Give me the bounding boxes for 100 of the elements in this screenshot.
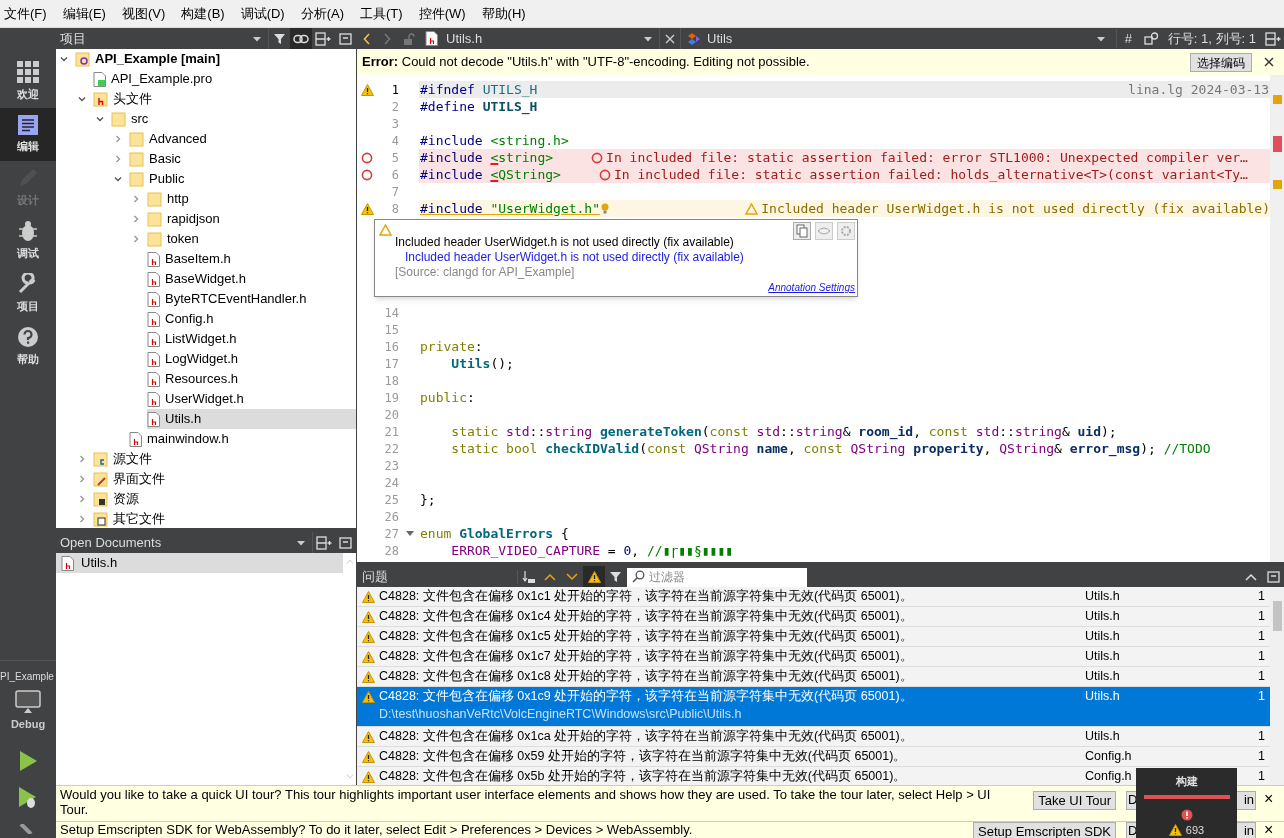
tree-item[interactable]: 源文件 bbox=[93, 449, 356, 469]
folder-icon bbox=[147, 191, 162, 207]
mode-button[interactable]: 调试 bbox=[0, 214, 56, 267]
file-name: Utils.h bbox=[1085, 688, 1121, 705]
tree-item[interactable]: mainwindow.h bbox=[129, 429, 356, 449]
menu-item[interactable]: 文件(F) bbox=[0, 3, 55, 24]
issue-row[interactable]: C4828: 文件包含在偏移 0x1c5 处开始的字符，该字符在当前源字符集中无效(代码页 65001)。 Utils.h 1 bbox=[357, 627, 1270, 647]
code-line: private: bbox=[420, 337, 483, 356]
issue-text: C4828: 文件包含在偏移 0x59 处开始的字符，该字符在当前源字符集中无效(代码页 65001)。 bbox=[379, 748, 908, 765]
scrollbar-thumb[interactable] bbox=[1272, 601, 1282, 631]
issue-row[interactable]: C4828: 文件包含在偏移 0x59 处开始的字符，该字符在当前源字符集中无效(代码页 65001)。 Config.h 1 bbox=[357, 747, 1270, 767]
issue-row[interactable]: C4828: 文件包含在偏移 0x1c1 处开始的字符，该字符在当前源字符集中无效(代码页 65001)。 Utils.h 1 bbox=[357, 587, 1270, 607]
tree-item[interactable]: http bbox=[147, 189, 356, 209]
mode-button[interactable]: 帮助 bbox=[0, 320, 56, 373]
issue-row[interactable]: C4828: 文件包含在偏移 0x1c4 处开始的字符，该字符在当前源字符集中无效(代码页 65001)。 Utils.h 1 bbox=[357, 607, 1270, 627]
tree-item[interactable]: 界面文件 bbox=[93, 469, 356, 489]
line-number: 17 bbox=[383, 355, 400, 373]
tree-item[interactable]: Advanced bbox=[129, 129, 356, 149]
folder-icon bbox=[129, 171, 144, 187]
file-name: Config.h bbox=[1085, 768, 1133, 785]
tree-item[interactable]: ListWidget.h bbox=[147, 329, 356, 349]
fold-arrow-icon[interactable] bbox=[406, 530, 414, 537]
line-number: 22 bbox=[383, 440, 400, 458]
document-icon bbox=[18, 114, 38, 135]
tree-item[interactable]: 头文件 bbox=[93, 89, 356, 109]
tree-item[interactable]: BaseWidget.h bbox=[147, 269, 356, 289]
tree-item[interactable]: ByteRTCEventHandler.h bbox=[147, 289, 356, 309]
caret-icon bbox=[1095, 34, 1106, 43]
warning-icon bbox=[745, 202, 759, 215]
menu-item[interactable]: 构建(B) bbox=[173, 3, 233, 24]
copy-icon[interactable] bbox=[793, 222, 811, 240]
tree-item[interactable]: Resources.h bbox=[147, 369, 356, 389]
file-name: Config.h bbox=[1085, 748, 1133, 765]
tree-item[interactable]: src bbox=[111, 109, 356, 129]
tree-item[interactable]: Basic bbox=[129, 149, 356, 169]
tree-item[interactable]: UserWidget.h bbox=[147, 389, 356, 409]
tree-item[interactable]: LogWidget.h bbox=[147, 349, 356, 369]
tree-item[interactable]: 资源 bbox=[93, 489, 356, 509]
issue-row[interactable]: C4828: 文件包含在偏移 0x1ca 处开始的字符，该字符在当前源字符集中无效(代码页 65001)。 Utils.h 1 bbox=[357, 727, 1270, 747]
line-number: 1 bbox=[1257, 608, 1265, 625]
select-encoding-button[interactable]: 选择编码 bbox=[1190, 52, 1252, 72]
link-icon[interactable] bbox=[290, 28, 312, 49]
tree-item[interactable]: Utils.h bbox=[147, 409, 356, 429]
mode-button[interactable]: 欢迎 bbox=[0, 55, 56, 108]
cursor-position[interactable]: 行号: 1, 列号: 1 bbox=[1161, 28, 1262, 49]
info-action-button[interactable]: Take UI Tour bbox=[1033, 791, 1116, 810]
folder-icon bbox=[129, 151, 144, 167]
split-icon[interactable] bbox=[1262, 31, 1284, 46]
code-line: ERROR_VIDEO_CAPTURE = 0, //▮ɼ▮▮§▮▮▮▮ bbox=[450, 541, 734, 560]
symbol-dropdown[interactable]: Utils bbox=[681, 28, 1116, 49]
warning-icon[interactable] bbox=[360, 83, 374, 96]
tree-item[interactable]: Public bbox=[129, 169, 356, 189]
tree-item[interactable]: token bbox=[147, 229, 356, 249]
issue-row[interactable]: C4828: 文件包含在偏移 0x1c8 处开始的字符，该字符在当前源字符集中无效(代码页 65001)。 Utils.h 1 bbox=[357, 667, 1270, 687]
tree-item[interactable]: Config.h bbox=[147, 309, 356, 329]
folder-icon bbox=[111, 111, 126, 127]
hash-button[interactable]: # bbox=[1115, 28, 1140, 49]
tree-item[interactable]: rapidjson bbox=[147, 209, 356, 229]
error-icon[interactable] bbox=[361, 168, 373, 181]
build-config: Debug bbox=[10, 716, 46, 732]
code-line: }; bbox=[420, 490, 436, 509]
warning-filter-icon[interactable] bbox=[583, 566, 605, 587]
menu-item[interactable]: 帮助(H) bbox=[473, 3, 534, 24]
tree-item[interactable]: BaseItem.h bbox=[147, 249, 356, 269]
mode-button[interactable]: 项目 bbox=[0, 267, 56, 320]
mode-button[interactable]: 编辑 bbox=[0, 108, 56, 161]
issue-row[interactable]: C4828: 文件包含在偏移 0x1c9 处开始的字符，该字符在当前源字符集中无效(代码页 65001)。 D:\test\huoshanVeRtc\VolcEngineRTC\Windows\src\Public\Utils.h Utils.h 1 bbox=[357, 687, 1270, 727]
issue-row[interactable]: C4828: 文件包含在偏移 0x1c7 处开始的字符，该字符在当前源字符集中无效(代码页 65001)。 Utils.h 1 bbox=[357, 647, 1270, 667]
issue-text: C4828: 文件包含在偏移 0x1ca 处开始的字符，该字符在当前源字符集中无效(代码页 65001)。 bbox=[379, 728, 914, 745]
code-line: #define UTILS_H bbox=[420, 97, 538, 117]
close-button[interactable]: × bbox=[1264, 822, 1278, 838]
info-message: Setup Emscripten SDK for WebAssembly? To do it later, select Edit > Preferences > Devices > WebAssembly. bbox=[60, 822, 694, 837]
lightbulb-icon[interactable] bbox=[601, 203, 610, 214]
line-number: 24 bbox=[383, 474, 400, 492]
annotation-settings-link[interactable]: Annotation Settings bbox=[768, 280, 855, 295]
menu-item[interactable]: 调试(D) bbox=[232, 3, 293, 24]
menu-item[interactable]: 工具(T) bbox=[352, 3, 411, 24]
error-icon[interactable] bbox=[361, 151, 373, 164]
folder-icon bbox=[147, 211, 162, 227]
line-number: 7 bbox=[390, 183, 400, 201]
menu-item[interactable]: 控件(W) bbox=[410, 3, 474, 24]
monitor-icon[interactable] bbox=[15, 689, 41, 714]
warning-icon[interactable] bbox=[360, 202, 374, 215]
menu-item[interactable]: 分析(A) bbox=[292, 3, 353, 24]
file-dropdown[interactable]: Utils.h bbox=[421, 28, 659, 49]
code-line: Utils(); bbox=[450, 354, 514, 373]
project-name: PI_Example bbox=[0, 669, 54, 684]
info-action-button[interactable]: Setup Emscripten SDK bbox=[973, 822, 1116, 838]
tree-item[interactable]: API_Example.pro bbox=[93, 69, 356, 89]
menu-item[interactable]: 编辑(E) bbox=[54, 3, 114, 24]
menu-item[interactable]: 视图(V) bbox=[113, 3, 174, 24]
code-line: static bool checkIDValid(const QString name, const QString properity, QString& error_msg); //TODO bbox=[450, 440, 1211, 459]
run-icon[interactable] bbox=[18, 750, 38, 772]
tree-item[interactable]: API_Example [main] bbox=[75, 49, 356, 69]
close-button[interactable]: × bbox=[1264, 791, 1278, 807]
header-file-icon bbox=[425, 31, 438, 46]
tree-item[interactable]: 其它文件 bbox=[93, 509, 356, 528]
open-document-item[interactable]: Utils.h bbox=[56, 553, 343, 573]
issue-text: C4828: 文件包含在偏移 0x1c7 处开始的字符，该字符在当前源字符集中无效(代码页 65001)。 bbox=[379, 648, 914, 665]
filter-field[interactable]: 过滤器 bbox=[627, 567, 807, 587]
